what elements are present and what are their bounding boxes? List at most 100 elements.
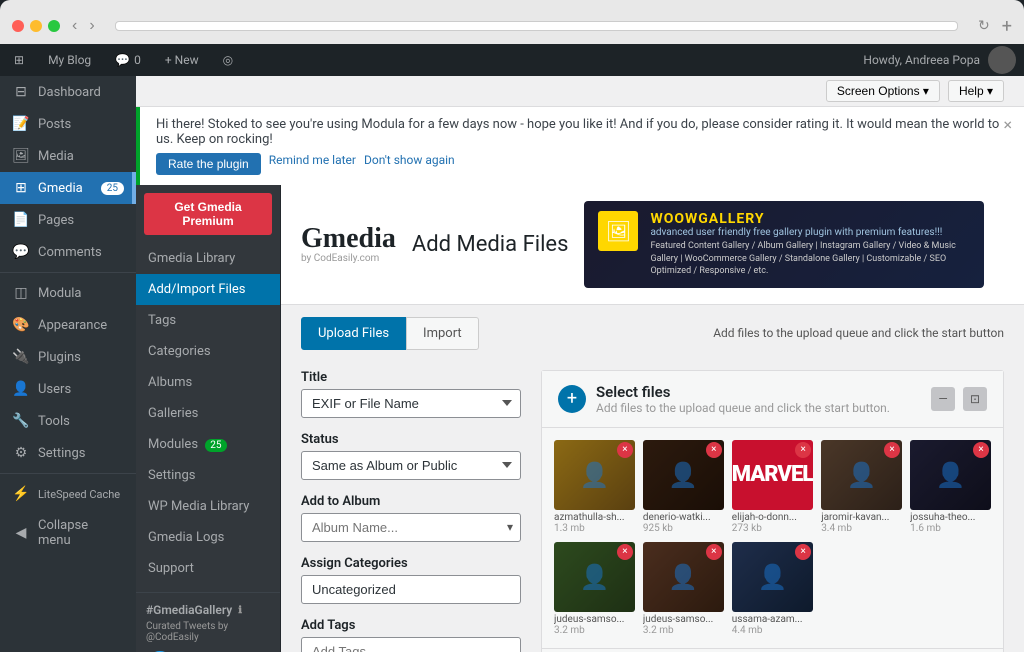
browser-url-bar[interactable] [115, 21, 958, 31]
submenu-support-label: Support [148, 561, 194, 576]
thumb-size-8: 4.4 mb [732, 625, 813, 636]
submenu-support[interactable]: Support [136, 553, 280, 584]
file-remove-8[interactable]: × [795, 544, 811, 560]
thumb-size-6: 3.2 mb [554, 625, 635, 636]
wp-logo-item[interactable]: ⊞ [8, 44, 30, 76]
submenu-library[interactable]: Gmedia Library [136, 243, 280, 274]
tab-import[interactable]: Import [406, 317, 479, 350]
refresh-icon[interactable]: ↻ [978, 18, 990, 34]
add-hint-text: Add files to the upload queue and click … [713, 326, 1004, 340]
sidebar-item-appearance[interactable]: 🎨 Appearance [0, 309, 136, 341]
customize-icon: ◎ [223, 53, 233, 67]
wp-inner: Get Gmedia Premium Gmedia Library Add/Im… [136, 185, 1024, 652]
notification-close-icon[interactable]: × [1003, 115, 1012, 134]
file-remove-3[interactable]: × [795, 442, 811, 458]
banner-desc: advanced user friendly free gallery plug… [650, 227, 970, 238]
appearance-icon: 🎨 [12, 317, 30, 333]
select-files-button[interactable]: + [558, 385, 586, 413]
upload-form: Title EXIF or File Name File Name EXIF T… [301, 370, 521, 652]
remind-later-link[interactable]: Remind me later [269, 153, 356, 175]
submenu-wp-media[interactable]: WP Media Library [136, 491, 280, 522]
forward-button[interactable]: › [85, 17, 98, 35]
plugins-icon: 🔌 [12, 349, 30, 365]
screen-options-button[interactable]: Screen Options ▾ [826, 80, 940, 102]
thumb-placeholder-1: 👤 [580, 461, 610, 489]
sidebar-item-posts[interactable]: 📝 Posts [0, 108, 136, 140]
pages-icon: 📄 [12, 212, 30, 228]
sidebar-item-gmedia[interactable]: ⊞ Gmedia 25 [0, 172, 136, 204]
file-remove-4[interactable]: × [884, 442, 900, 458]
file-remove-1[interactable]: × [617, 442, 633, 458]
thumb-placeholder-5: 👤 [936, 461, 966, 489]
admin-bar: ⊞ My Blog 💬 0 + New ◎ Howdy, Andreea Pop… [0, 44, 1024, 76]
help-label: Help ▾ [959, 84, 993, 98]
submenu-modules[interactable]: Modules 25 [136, 429, 280, 460]
comments-item[interactable]: 💬 0 [109, 44, 147, 76]
status-label: Status [301, 432, 521, 447]
sidebar-item-pages[interactable]: 📄 Pages [0, 204, 136, 236]
sidebar-item-litespeed[interactable]: ⚡ LiteSpeed Cache [0, 478, 136, 510]
gmedia-icon: ⊞ [12, 180, 30, 196]
screen-options-bar: Screen Options ▾ Help ▾ [136, 76, 1024, 107]
woowgallery-banner[interactable]: 🖼 WOOWGALLERY advanced user friendly fre… [584, 201, 984, 288]
sidebar-item-plugins[interactable]: 🔌 Plugins [0, 341, 136, 373]
status-select[interactable]: Same as Album or Public Public Private [301, 451, 521, 480]
file-thumb-3: MARVEL × elijah-o-donn... 273 kb [732, 440, 813, 534]
get-premium-button[interactable]: Get Gmedia Premium [144, 193, 272, 235]
sidebar-item-media[interactable]: 🖼 Media [0, 140, 136, 172]
sidebar-item-modula[interactable]: ◫ Modula [0, 277, 136, 309]
submenu-albums[interactable]: Albums [136, 367, 280, 398]
sidebar-item-settings[interactable]: ⚙ Settings [0, 437, 136, 469]
dot-green[interactable] [48, 20, 60, 32]
help-button[interactable]: Help ▾ [948, 80, 1004, 102]
sidebar-item-tools[interactable]: 🔧 Tools [0, 405, 136, 437]
submenu-logs[interactable]: Gmedia Logs [136, 522, 280, 553]
sidebar-separator-1 [0, 272, 136, 273]
file-remove-7[interactable]: × [706, 544, 722, 560]
zone-minimize-button[interactable]: — [931, 387, 955, 411]
sidebar-item-comments[interactable]: 💬 Comments [0, 236, 136, 268]
rate-plugin-button[interactable]: Rate the plugin [156, 153, 261, 175]
back-button[interactable]: ‹ [68, 17, 81, 35]
sidebar-item-users[interactable]: 👤 Users [0, 373, 136, 405]
dot-yellow[interactable] [30, 20, 42, 32]
album-input[interactable] [301, 513, 521, 542]
customize-item[interactable]: ◎ [217, 44, 239, 76]
file-remove-2[interactable]: × [706, 442, 722, 458]
tags-label: Add Tags [301, 618, 521, 633]
title-select[interactable]: EXIF or File Name File Name EXIF Title [301, 389, 521, 418]
file-remove-6[interactable]: × [617, 544, 633, 560]
howdy-text: Howdy, Andreea Popa [863, 53, 980, 67]
browser-chrome: ‹ › ↻ + [0, 0, 1024, 44]
file-zone-info: Select files Add files to the upload que… [596, 383, 890, 415]
categories-input[interactable] [301, 575, 521, 604]
submenu-galleries[interactable]: Galleries [136, 398, 280, 429]
sidebar-label-settings: Settings [38, 446, 85, 461]
submenu-settings[interactable]: Settings [136, 460, 280, 491]
submenu-add[interactable]: Add/Import Files [136, 274, 280, 305]
file-remove-5[interactable]: × [973, 442, 989, 458]
thumb-size-1: 1.3 mb [554, 523, 635, 534]
sidebar-label-tools: Tools [38, 414, 70, 429]
dismiss-link[interactable]: Don't show again [364, 153, 455, 175]
zone-expand-button[interactable]: ⊡ [963, 387, 987, 411]
main-content-area: Gmedia by CodEasily.com Add Media Files … [281, 185, 1024, 652]
thumb-size-5: 1.6 mb [910, 523, 991, 534]
submenu-tags[interactable]: Tags [136, 305, 280, 336]
submenu-categories[interactable]: Categories [136, 336, 280, 367]
title-group: Title EXIF or File Name File Name EXIF T… [301, 370, 521, 418]
file-thumb-8: 👤 × ussama-azam... 4.4 mb [732, 542, 813, 636]
submenu-add-label: Add/Import Files [148, 282, 245, 297]
sidebar-item-dashboard[interactable]: ⊟ Dashboard [0, 76, 136, 108]
screen-options-label: Screen Options ▾ [837, 84, 929, 98]
new-item[interactable]: + New [159, 44, 205, 76]
my-blog-item[interactable]: My Blog [42, 44, 97, 76]
sidebar-item-collapse[interactable]: ◀ Collapse menu [0, 510, 136, 556]
twitter-info-icon: ℹ [238, 605, 242, 616]
sidebar-label-gmedia: Gmedia [38, 181, 83, 196]
tags-input[interactable] [301, 637, 521, 652]
browser-nav: ‹ › [68, 17, 99, 35]
add-tab-icon[interactable]: + [1002, 16, 1012, 37]
tab-upload[interactable]: Upload Files [301, 317, 406, 350]
dot-red[interactable] [12, 20, 24, 32]
